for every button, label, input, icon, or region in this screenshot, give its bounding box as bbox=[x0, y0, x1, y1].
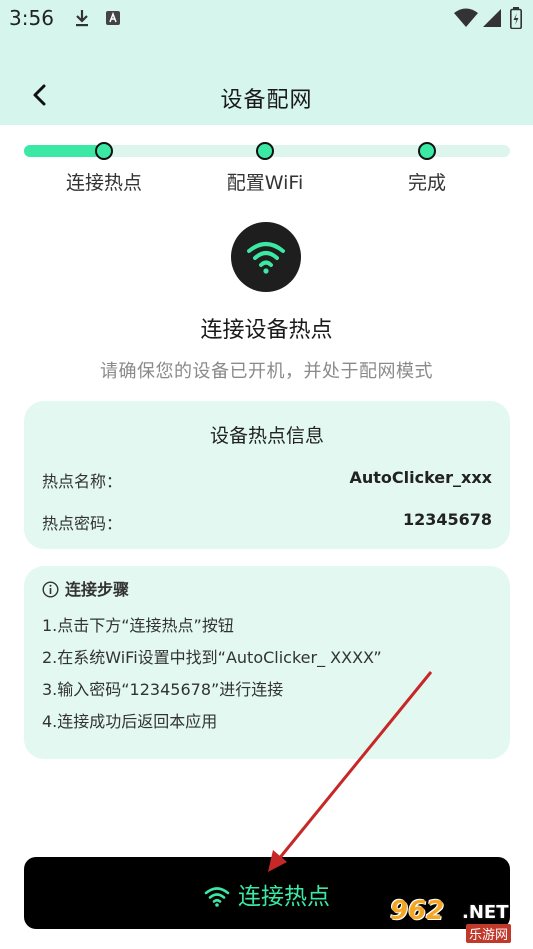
steps-heading-text: 连接步骤 bbox=[65, 580, 130, 599]
hotspot-password-value: 12345678 bbox=[402, 510, 492, 529]
step-item-4: 4.连接成功后返回本应用 bbox=[42, 712, 218, 731]
wifi-status-icon bbox=[454, 8, 478, 27]
step-item-1: 1.点击下方“连接热点”按钮 bbox=[42, 616, 234, 635]
wifi-badge bbox=[231, 222, 301, 292]
hotspot-info-title: 设备热点信息 bbox=[209, 425, 324, 447]
battery-icon bbox=[510, 7, 522, 29]
hotspot-password-label: 热点密码： bbox=[42, 514, 123, 533]
hotspot-info-card: 设备热点信息 热点名称： AutoClicker_xxx 热点密码： 12345… bbox=[24, 401, 510, 549]
info-icon bbox=[42, 581, 59, 598]
status-bar: 3:56 bbox=[0, 0, 533, 40]
watermark-site-name: 乐游网 bbox=[466, 924, 512, 943]
watermark-net: .NET bbox=[462, 902, 509, 923]
wifi-icon bbox=[204, 887, 230, 907]
signal-icon bbox=[483, 9, 501, 27]
app-notification-icon bbox=[106, 11, 120, 25]
hotspot-name-row: 热点名称： AutoClicker_xxx bbox=[42, 468, 492, 492]
progress-fill bbox=[24, 145, 102, 157]
step-label-connect-hotspot: 连接热点 bbox=[65, 172, 142, 194]
step-label-configure-wifi: 配置WiFi bbox=[226, 172, 304, 194]
hotspot-name-label: 热点名称： bbox=[42, 472, 123, 491]
hotspot-password-row: 热点密码： 12345678 bbox=[42, 510, 492, 534]
page-title: 设备配网 bbox=[220, 88, 313, 113]
site-watermark: 962 .NET 乐游网 bbox=[390, 896, 530, 944]
section-title: 连接设备热点 bbox=[200, 318, 333, 343]
steps-heading: 连接步骤 bbox=[42, 576, 129, 600]
hotspot-name-value: AutoClicker_xxx bbox=[349, 468, 492, 487]
step-item-3: 3.输入密码“12345678”进行连接 bbox=[42, 680, 284, 699]
step-dot-3 bbox=[418, 142, 436, 160]
download-icon bbox=[76, 10, 88, 27]
status-time: 3:56 bbox=[9, 6, 54, 30]
step-label-done: 完成 bbox=[407, 172, 446, 194]
wifi-icon bbox=[247, 242, 285, 274]
step-item-2: 2.在系统WiFi设置中找到“AutoClicker_ XXXX” bbox=[42, 648, 382, 667]
step-dot-1 bbox=[95, 142, 113, 160]
step-dot-2 bbox=[256, 142, 274, 160]
connection-steps-card: 连接步骤 1.点击下方“连接热点”按钮 2.在系统WiFi设置中找到“AutoC… bbox=[24, 566, 510, 759]
section-subtitle: 请确保您的设备已开机，并处于配网模式 bbox=[100, 361, 433, 382]
connect-hotspot-button-label: 连接热点 bbox=[238, 884, 330, 910]
watermark-number: 962 bbox=[390, 896, 445, 926]
app-header: 3:56 设备配网 bbox=[0, 0, 533, 125]
